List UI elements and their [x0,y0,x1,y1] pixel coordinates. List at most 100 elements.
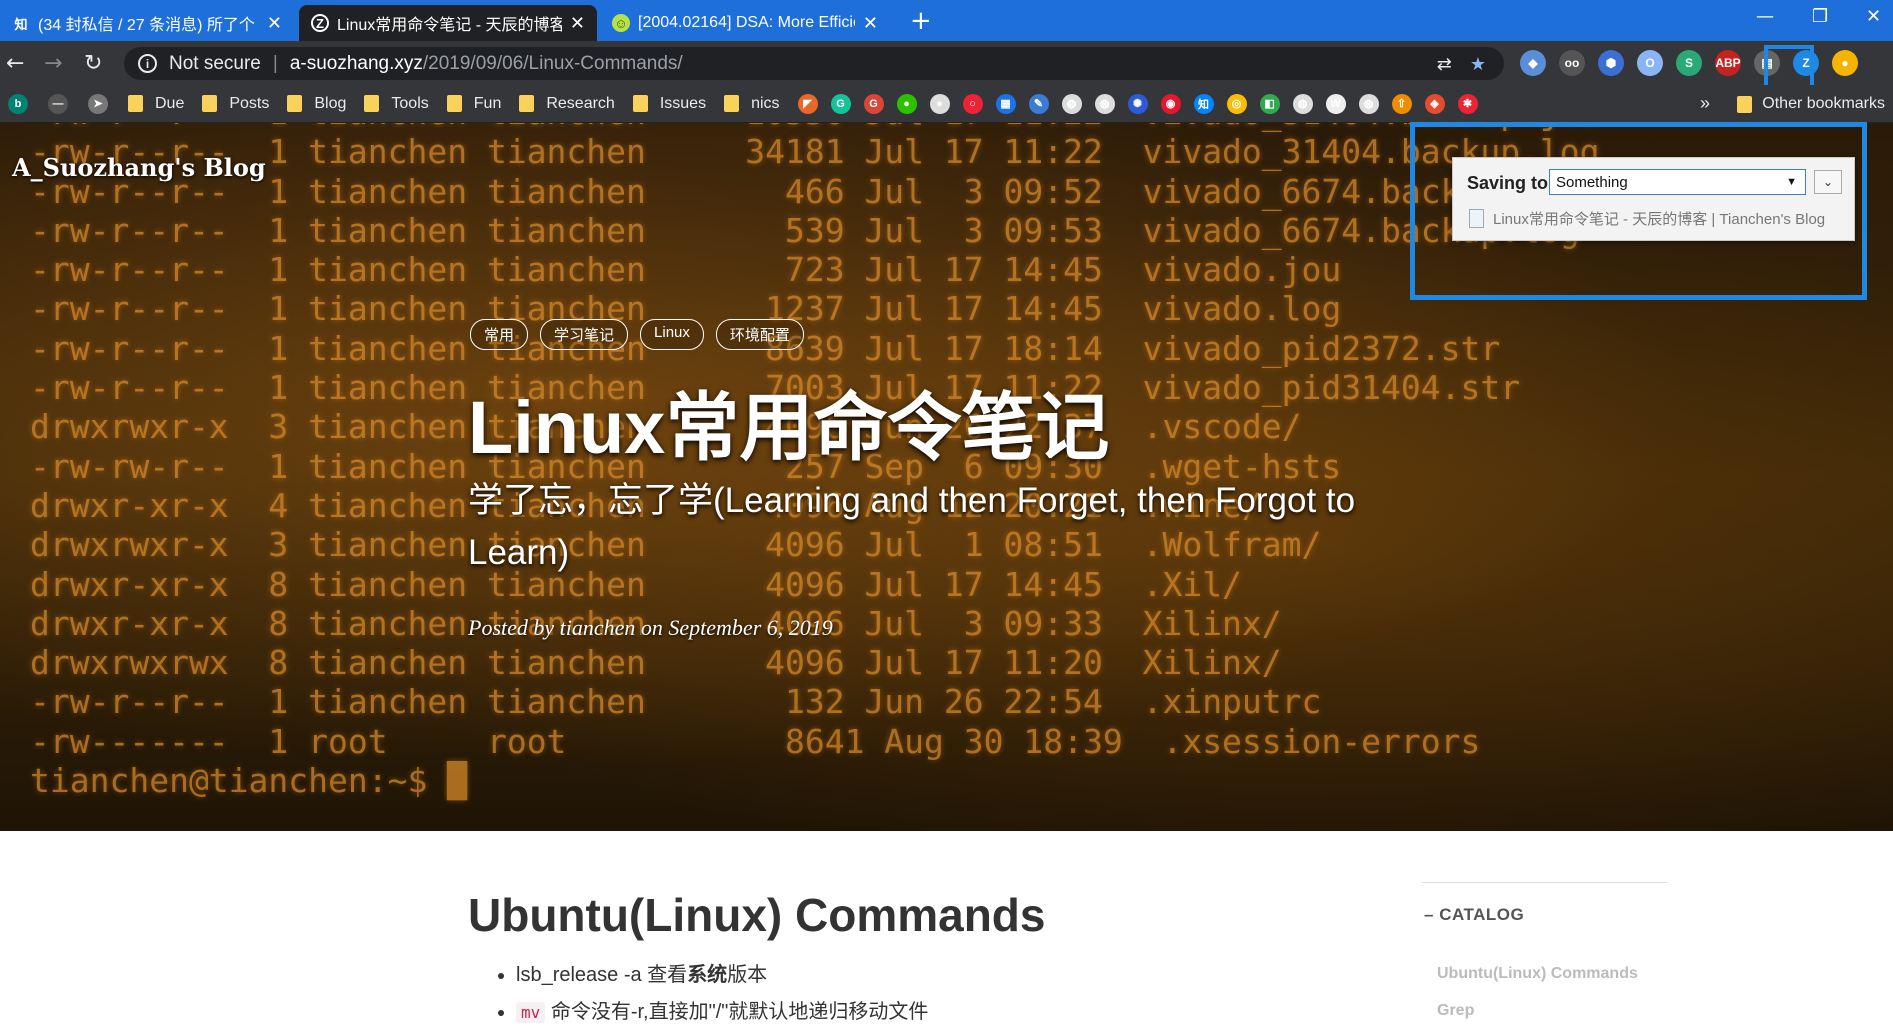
bookmark-folder[interactable]: Due [128,95,184,113]
tag-chip[interactable]: 学习笔记 [540,319,629,350]
chrome-icon[interactable]: ◎ [1226,93,1247,114]
saved-page-item: Linux常用命令笔记 - 天辰的博客 | Tianchen's Blog [1469,208,1825,229]
reload-button[interactable]: ↻ [84,51,102,76]
translate-icon[interactable]: ⇄ [1437,54,1452,75]
saving-to-label: Saving to [1467,173,1549,193]
folder-icon [446,95,462,112]
blog-favicon-icon: Z [311,14,329,32]
bookmark-folder-label: Tools [391,94,429,112]
tab-title: [2004.02164] DSA: More Efficie [638,14,855,31]
catalog-item[interactable]: Ubuntu(Linux) Commands [1437,965,1638,983]
url-path: /2019/09/06/Linux-Commands/ [422,52,683,74]
bookmark-folder-label: Posts [229,94,270,112]
globe-icon-2[interactable]: ◍ [1094,93,1115,114]
wikipedia-icon[interactable]: W [1325,93,1346,114]
wechat-icon[interactable]: ● [896,93,917,114]
tab-zhihu[interactable]: 知 (34 封私信 / 27 条消息) 所了个卜 ✕ [0,5,294,41]
collection-selected-value: Something [1556,173,1628,191]
dash-icon[interactable]: — [48,93,68,114]
tab-linux-commands[interactable]: Z Linux常用命令笔记 - 天辰的博客 ✕ [299,5,597,41]
arxiv-favicon-icon: ☺ [612,14,630,32]
terminal-line: -rw-r--r-- 1 tianchen tianchen 8639 Jul … [30,328,1501,368]
site-brand[interactable]: A_Suozhang's Blog [12,153,266,182]
gem-icon[interactable]: ◆ [1520,50,1546,76]
bookmark-folder[interactable]: Research [519,95,615,113]
dropdown-arrow-icon: ▼ [1786,176,1797,188]
cube-icon[interactable]: ◧ [1259,93,1280,114]
security-label: Not secure [169,52,261,74]
shield-icon[interactable]: ◈ [1424,93,1445,114]
folder-icon [364,95,380,112]
bookmark-folder-label: Issues [659,94,707,112]
close-icon[interactable]: ✕ [863,13,878,34]
back-button[interactable]: ← [6,51,24,76]
bookmarks-overflow-button[interactable]: » [1700,93,1710,114]
tab-arxiv[interactable]: ☺ [2004.02164] DSA: More Efficie ✕ [600,5,890,41]
terminal-line: drwxrwxrwx 8 tianchen tianchen 4096 Jul … [30,643,1282,683]
abp-icon[interactable]: ABP [1715,50,1741,76]
list-item: mv 命令没有-r,直接加"/"就默认地递归移动文件 [516,995,928,1024]
globe-icon[interactable]: ◍ [1061,93,1082,114]
document-icon [1469,209,1484,228]
bookmark-folder-label: Due [155,94,185,112]
other-bookmarks-folder[interactable]: Other bookmarks [1737,85,1885,123]
address-bar[interactable]: i Not secure | a-suozhang.xyz/2019/09/06… [124,47,1504,80]
tag-chip[interactable]: Linux [640,319,704,350]
ai-icon[interactable]: ✺ [1127,93,1148,114]
arrow-icon[interactable]: ⇧ [1391,93,1412,114]
cursor-icon[interactable]: ➤ [88,93,108,114]
inline-code: mv [516,1002,546,1023]
close-icon[interactable]: ✕ [267,13,282,34]
terminal-line: -rw------- 1 root root 8641 Aug 30 18:39… [30,721,1481,761]
grammarly-icon[interactable]: G [830,93,851,114]
info-icon[interactable]: i [138,54,157,73]
user-avatar-icon[interactable]: ● [1832,50,1858,76]
tab-strip: 知 (34 封私信 / 27 条消息) 所了个卜 ✕ Z Linux常用命令笔记… [0,0,1893,41]
catalog-divider [1422,882,1667,883]
s-icon[interactable]: S [1676,50,1702,76]
list-item: lsb_release -a 查看系统版本 [516,958,928,987]
google-icon[interactable]: G [863,93,884,114]
folder-icon [519,95,535,112]
window-close-button[interactable]: ✕ [1866,6,1881,27]
bookmark-folder[interactable]: Tools [364,94,429,113]
feather-icon[interactable]: ✎ [1028,93,1049,114]
globe-icon-4[interactable]: ◍ [1358,93,1379,114]
weibo-icon[interactable]: ◉ [1160,93,1181,114]
minimize-button[interactable]: — [1756,6,1774,27]
ring-icon[interactable]: O [1637,50,1663,76]
folder-icon [724,95,740,112]
flag-icon[interactable]: ◤ [797,93,818,114]
catalog-item[interactable]: Grep [1437,1002,1474,1020]
bookmark-folder[interactable]: nics [724,95,780,113]
bing-icon[interactable]: b [8,93,28,114]
fire-icon[interactable]: ○ [962,93,983,114]
glasses-icon[interactable]: oo [1559,50,1585,76]
bookmark-folder[interactable]: Posts [202,95,269,113]
bookmark-folder[interactable]: Blog [287,95,346,113]
bug-icon[interactable]: ✱ [1457,93,1478,114]
expand-button[interactable]: ⌄ [1814,170,1842,194]
restore-button[interactable]: ❐ [1812,6,1828,27]
tag-chip[interactable]: 常用 [470,319,529,350]
tag-chip[interactable]: 环境配置 [715,319,804,350]
new-tab-button[interactable]: + [910,6,932,36]
globe-icon-3[interactable]: ◍ [1292,93,1313,114]
close-icon[interactable]: ✕ [570,13,585,34]
bookmark-folder-label: Blog [314,94,347,112]
bookmark-star-icon[interactable]: ★ [1470,54,1486,75]
other-bookmarks-label: Other bookmarks [1762,95,1885,112]
bookmark-folder-label: Fun [473,94,502,112]
github-icon[interactable]: ● [929,93,950,114]
section-heading: Ubuntu(Linux) Commands [468,889,1046,941]
post-tags: 常用 学习笔记 Linux 环境配置 [470,319,804,350]
forward-button[interactable]: → [44,51,62,76]
collection-select[interactable]: Something ▼ [1549,169,1806,195]
zhihu-icon[interactable]: 知 [1193,93,1214,114]
folder-icon [632,95,648,112]
bookmark-folder[interactable]: Fun [446,94,502,113]
bookmark-folder[interactable]: Issues [632,94,707,113]
hexagon-icon[interactable]: ⬢ [1598,50,1624,76]
post-subtitle: 学了忘，忘了学(Learning and then Forget, then F… [468,481,1356,572]
calendar-icon[interactable]: ▦ [995,93,1016,114]
